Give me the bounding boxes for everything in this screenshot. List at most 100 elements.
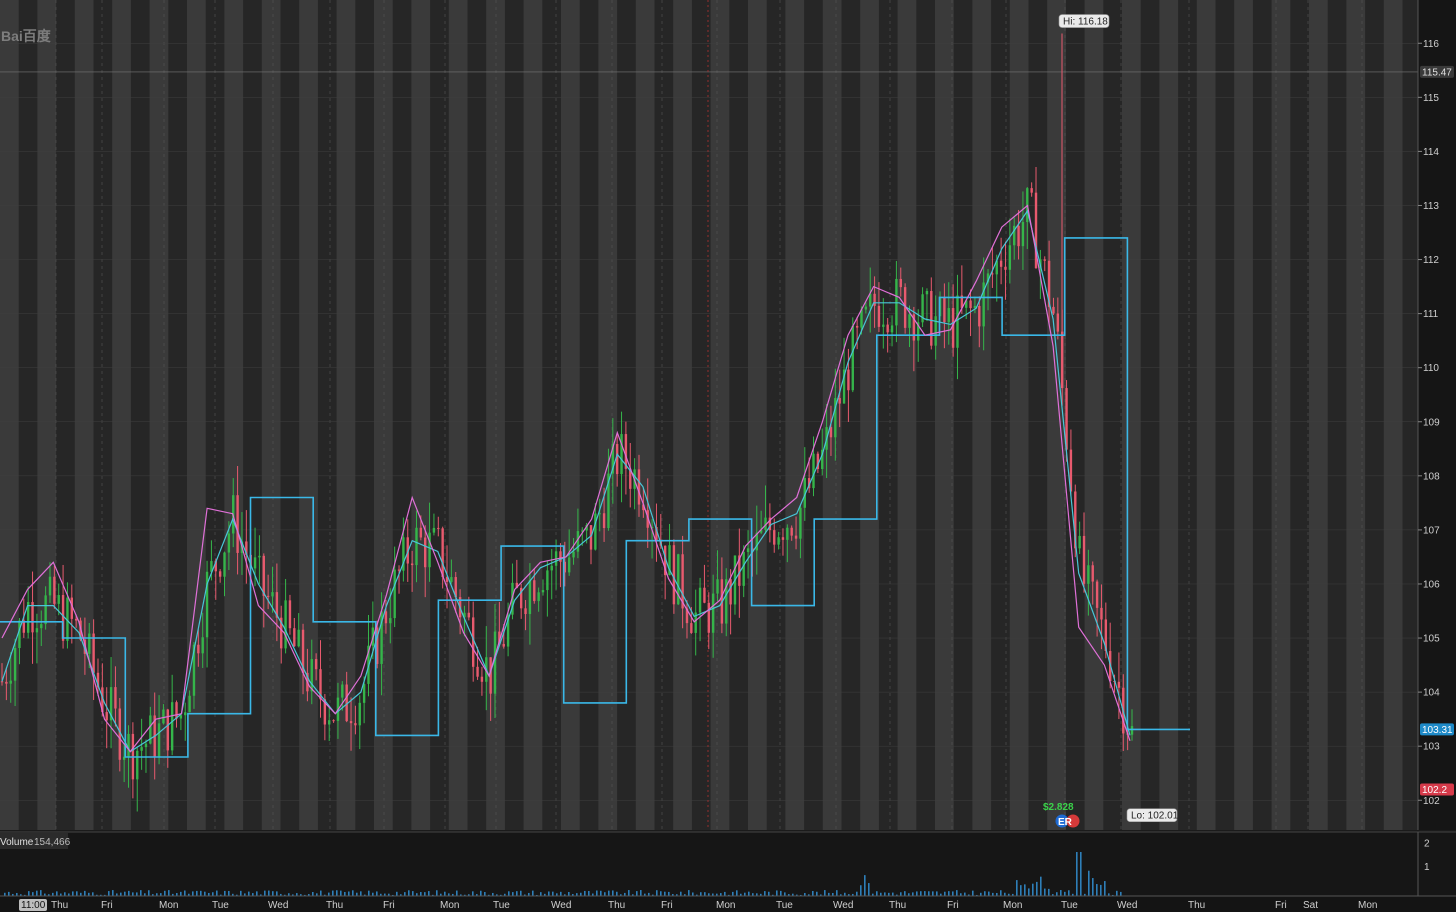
volume-bar xyxy=(964,892,966,896)
volume-tick-label: 1 xyxy=(1424,862,1430,873)
price-tick-label: 103 xyxy=(1423,742,1440,753)
day-label: Fri xyxy=(383,900,395,911)
candle-body xyxy=(44,595,47,625)
high-marker-label: Hi: 116.18 xyxy=(1063,17,1108,28)
volume-bar xyxy=(480,890,482,896)
volume-bar xyxy=(204,891,206,896)
volume-bar xyxy=(1044,888,1046,896)
candle-body xyxy=(533,580,536,602)
price-tick-label: 109 xyxy=(1423,417,1440,428)
volume-bar xyxy=(1020,885,1022,896)
volume-bar xyxy=(972,890,974,896)
session-stripe xyxy=(972,0,992,830)
low-marker-label: Lo: 102.01 xyxy=(1131,811,1179,822)
volume-bar xyxy=(444,891,446,896)
volume-bar xyxy=(256,891,258,896)
day-label: Mon xyxy=(1358,900,1377,911)
volume-bar xyxy=(1120,891,1122,896)
price-tick-label: 110 xyxy=(1423,363,1439,374)
candle-body xyxy=(184,712,187,716)
candle-body xyxy=(136,750,139,780)
candle-body xyxy=(956,295,959,348)
session-stripe xyxy=(374,0,394,830)
session-stripe xyxy=(224,0,244,830)
volume-bar xyxy=(516,891,518,896)
stock-chart[interactable]: 102 103 104 105 106 107 108 109 110 111 112 113 114 1… xyxy=(0,0,1456,912)
volume-value: 154,466 xyxy=(34,837,71,848)
volume-bar xyxy=(272,891,274,896)
volume-bar xyxy=(76,891,78,896)
day-label: Wed xyxy=(1117,900,1137,911)
volume-bar xyxy=(184,890,186,896)
candle-body xyxy=(314,659,318,670)
price-axis-background xyxy=(1418,0,1456,830)
volume-pane: Volume 154,466 1 2 xyxy=(0,831,1456,896)
candle-body xyxy=(262,555,265,596)
session-stripe xyxy=(1234,0,1254,830)
volume-bar xyxy=(240,890,242,896)
candle-body xyxy=(358,702,361,726)
candle-body xyxy=(773,530,776,545)
session-stripe xyxy=(935,0,955,830)
day-label: Thu xyxy=(1188,900,1205,911)
candle-body xyxy=(31,602,34,633)
volume-bar xyxy=(1060,890,1062,896)
session-stripe xyxy=(1140,0,1160,830)
volume-bar xyxy=(456,890,458,896)
day-label: Sat xyxy=(1303,900,1318,911)
candle-body xyxy=(297,629,300,647)
candle-body xyxy=(1117,681,1121,688)
volume-bar xyxy=(608,890,610,896)
day-label: Tue xyxy=(1061,900,1078,911)
day-label: Thu xyxy=(326,900,343,911)
candle-body xyxy=(672,545,676,605)
volume-bar xyxy=(368,890,370,896)
volume-bar xyxy=(884,892,886,896)
volume-bar xyxy=(1036,881,1038,896)
volume-bar xyxy=(124,891,126,896)
session-stripe xyxy=(916,0,936,830)
session-stripe xyxy=(1065,0,1086,830)
session-stripe xyxy=(579,0,599,830)
volume-bar xyxy=(776,890,778,896)
price-axis[interactable]: 102 103 104 105 106 107 108 109 110 111 112 113 114 1… xyxy=(1417,0,1456,830)
candle-body xyxy=(188,695,191,713)
candle-body xyxy=(864,306,868,310)
volume-bar xyxy=(64,892,66,896)
volume-bar xyxy=(936,891,938,896)
volume-bar xyxy=(512,892,514,896)
candle-body xyxy=(1008,245,1012,270)
day-label: Mon xyxy=(159,900,178,911)
candle-body xyxy=(637,469,641,505)
session-stripe xyxy=(635,0,655,830)
candle-body xyxy=(1043,259,1046,261)
candle-body xyxy=(567,557,571,573)
time-axis[interactable]: 11:00 Thu Fri Mon Tue Wed Thu Fri Mon Tue Wed Thu Fr… xyxy=(0,895,1456,912)
volume-label: Volume xyxy=(0,837,34,848)
price-tick-label: 102 xyxy=(1423,796,1440,807)
candle-body xyxy=(1030,188,1033,193)
volume-bar xyxy=(344,891,346,896)
session-stripe xyxy=(1122,0,1142,830)
volume-bar xyxy=(660,891,662,896)
watermark-text: Bai百度 xyxy=(1,28,52,44)
volume-bar xyxy=(680,891,682,896)
candle-body xyxy=(40,624,43,629)
candle-body xyxy=(978,305,981,327)
session-background-stripes xyxy=(0,0,1422,830)
candle-body xyxy=(424,537,427,568)
candle-body xyxy=(550,565,553,571)
candle-body xyxy=(166,709,169,751)
current-price-label: 115.47 xyxy=(1422,67,1452,78)
session-stripe xyxy=(1028,0,1048,830)
candle-body xyxy=(690,623,693,633)
candle-body xyxy=(943,296,946,323)
volume-bar xyxy=(1088,870,1090,896)
session-stripe xyxy=(654,0,674,830)
day-label: Fri xyxy=(661,900,673,911)
candle-body xyxy=(354,723,357,726)
candle-body xyxy=(410,563,414,566)
volume-bar xyxy=(520,890,522,896)
candle-body xyxy=(572,551,575,558)
candle-body xyxy=(838,398,841,404)
